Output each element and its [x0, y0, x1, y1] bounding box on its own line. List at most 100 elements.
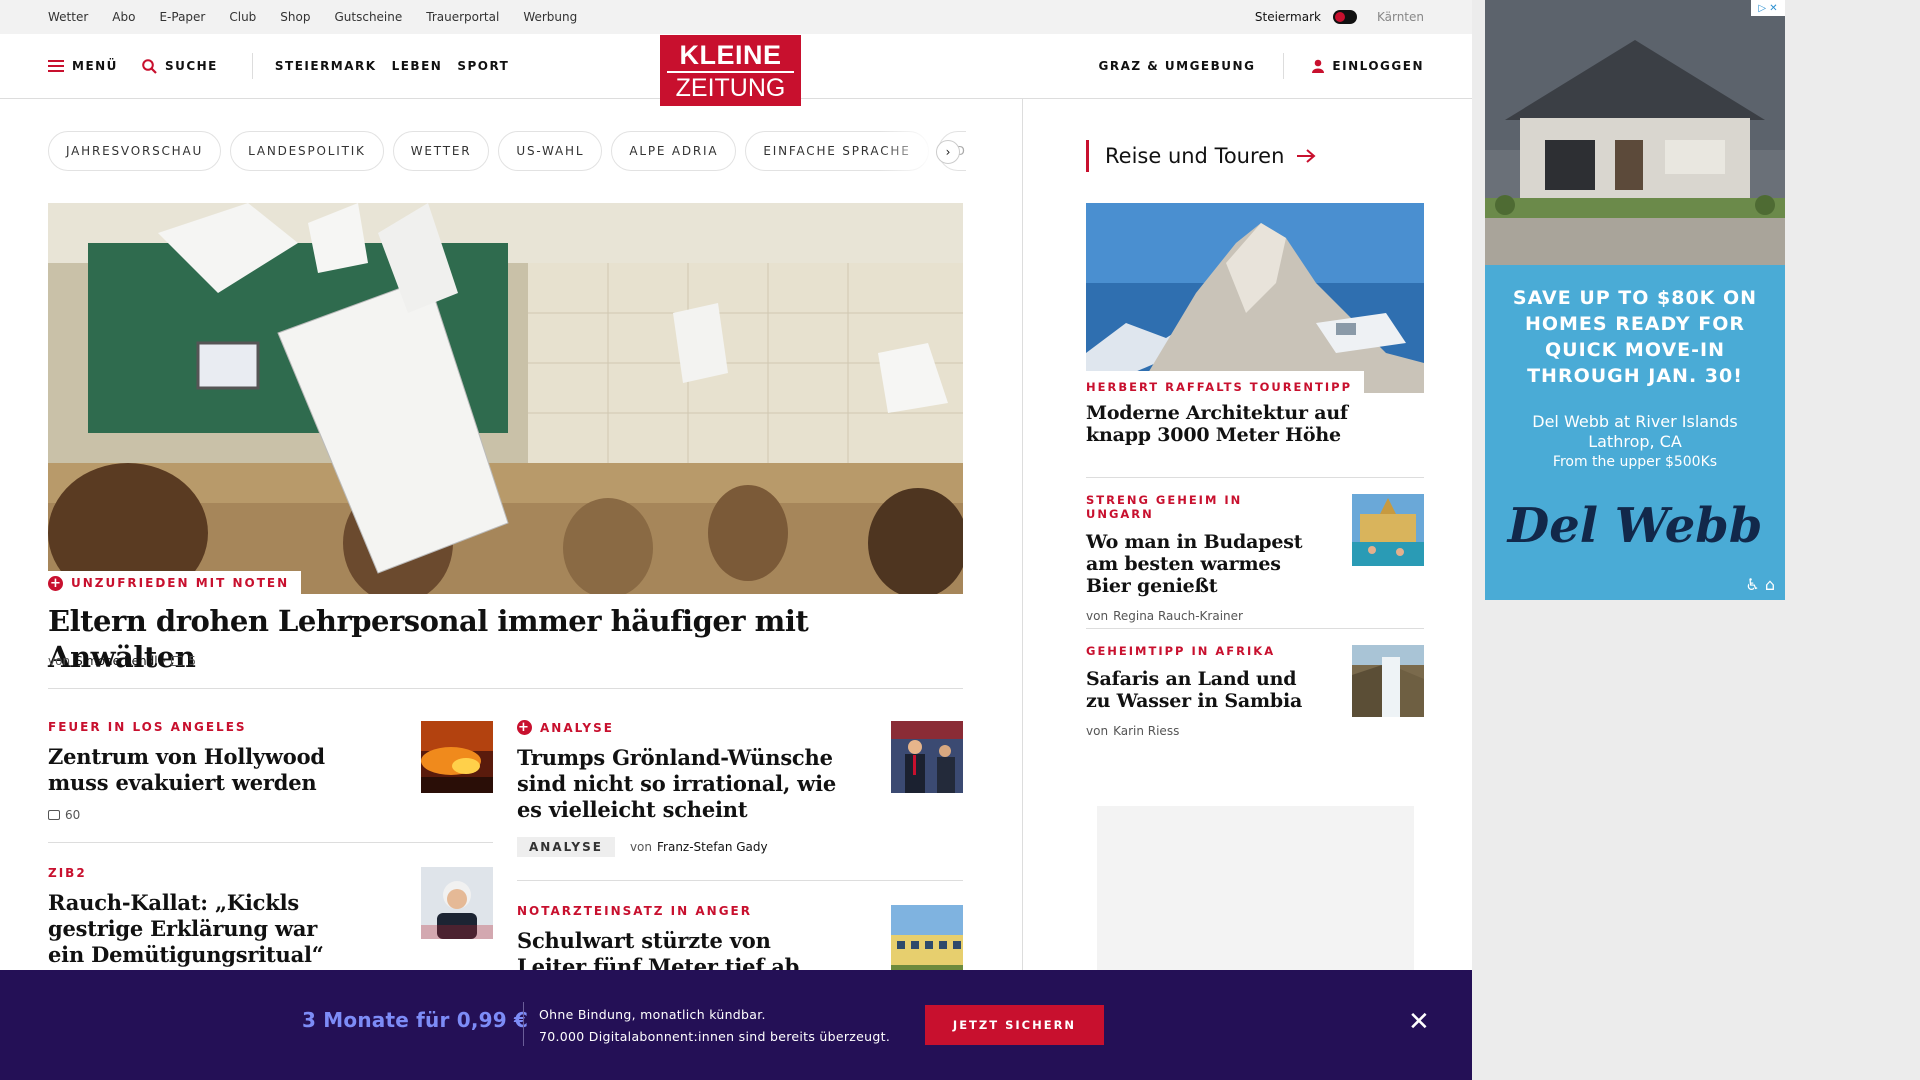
article-author[interactable]: Regina Rauch-Krainer: [1113, 609, 1243, 623]
nav-steiermark[interactable]: STEIERMARK: [275, 59, 377, 73]
article-comment-count[interactable]: 60: [65, 808, 80, 822]
logo-line2: ZEITUNG: [667, 71, 794, 101]
byline-prefix: von: [48, 654, 71, 668]
tag-landespolitik[interactable]: LANDESPOLITIK: [230, 131, 384, 171]
ad-subtext: Del Webb at River Islands Lathrop, CA Fr…: [1485, 412, 1785, 472]
tag-alpe-adria[interactable]: ALPE ADRIA: [611, 131, 737, 171]
section-title[interactable]: Reise und Touren: [1086, 140, 1316, 172]
sidebar-article-sambia[interactable]: GEHEIMTIPP IN AFRIKA Safaris an Land und…: [1086, 644, 1306, 738]
tag-us-wahl[interactable]: US-WAHL: [498, 131, 603, 171]
sidebar-thumbnail-sambia[interactable]: [1352, 645, 1424, 717]
banner-offer: 3 Monate für 0,99 €: [302, 1008, 529, 1032]
utility-link-shop[interactable]: Shop: [280, 10, 310, 24]
sidebar-lead-image[interactable]: [1086, 203, 1424, 393]
utility-link-trauerportal[interactable]: Trauerportal: [426, 10, 499, 24]
logo[interactable]: KLEINE ZEITUNG: [660, 35, 801, 106]
byline-prefix: von: [1086, 724, 1109, 738]
sidebar-article-budapest[interactable]: STRENG GEHEIM IN UNGARN Wo man in Budape…: [1086, 493, 1306, 623]
subscribe-button[interactable]: JETZT SICHERN: [925, 1005, 1104, 1045]
news-page: Wetter Abo E-Paper Club Shop Gutscheine …: [0, 0, 1472, 1080]
utility-link-abo[interactable]: Abo: [112, 10, 135, 24]
hero-image[interactable]: [48, 203, 963, 594]
sidebar-thumbnail-budapest[interactable]: [1352, 494, 1424, 566]
plus-icon: +: [48, 575, 63, 591]
ad-price: From the upper $500Ks: [1552, 454, 1718, 470]
article-meta: von Regina Rauch-Krainer: [1086, 609, 1306, 623]
menu-button[interactable]: MENÜ: [48, 59, 118, 73]
utility-links: Wetter Abo E-Paper Club Shop Gutscheine …: [48, 0, 577, 34]
article-title[interactable]: Trumps Grönland-Wünsche sind nicht so ir…: [517, 745, 837, 823]
article-author[interactable]: Franz-Stefan Gady: [657, 840, 768, 854]
section-title-text: Reise und Touren: [1105, 144, 1285, 168]
utility-link-epaper[interactable]: E-Paper: [159, 10, 205, 24]
subscription-banner: 3 Monate für 0,99 € Ohne Bindung, monatl…: [0, 970, 1472, 1080]
article-card-groenland[interactable]: + ANALYSE Trumps Grönland-Wünsche sind n…: [517, 720, 837, 857]
region-switch: Steiermark Kärnten: [1255, 0, 1424, 34]
header-left-nav: MENÜ SUCHE STEIERMARK LEBEN SPORT: [48, 34, 509, 98]
article-kicker: + ANALYSE: [517, 720, 837, 735]
nav-leben[interactable]: LEBEN: [392, 59, 443, 73]
hero-kicker-text: UNZUFRIEDEN MIT NOTEN: [71, 576, 290, 590]
sidebar-lead-article[interactable]: Moderne Architektur auf knapp 3000 Meter…: [1086, 392, 1376, 446]
ad-house-image: [1485, 0, 1785, 265]
chevron-right-icon: ›: [945, 145, 951, 159]
article-card-zib2[interactable]: ZIB2 Rauch-Kallat: „Kickls gestrige Erkl…: [48, 866, 338, 968]
tag-wetter[interactable]: WETTER: [392, 131, 490, 171]
tags-scroll-button[interactable]: ›: [936, 140, 960, 164]
region-toggle[interactable]: [1332, 10, 1357, 24]
search-icon: [142, 58, 157, 74]
article-thumbnail-trump[interactable]: [891, 721, 963, 793]
utility-link-club[interactable]: Club: [229, 10, 256, 24]
header-right-nav: GRAZ & UMGEBUNG EINLOGGEN: [1099, 34, 1425, 98]
byline-prefix: von: [1086, 609, 1109, 623]
article-kicker: ZIB2: [48, 866, 87, 880]
search-label: SUCHE: [164, 59, 218, 73]
comment-icon: [171, 656, 184, 666]
comment-icon: [48, 810, 60, 820]
analysis-badge: ANALYSE: [517, 837, 615, 857]
sidebar-lead-title[interactable]: Moderne Architektur auf knapp 3000 Meter…: [1086, 402, 1376, 446]
hero-author[interactable]: Simone Rendl: [75, 654, 158, 668]
utility-link-gutscheine[interactable]: Gutscheine: [334, 10, 402, 24]
nav-graz[interactable]: GRAZ & UMGEBUNG: [1099, 59, 1256, 73]
search-button[interactable]: SUCHE: [142, 58, 218, 74]
article-thumbnail-school[interactable]: [891, 905, 963, 977]
utility-link-wetter[interactable]: Wetter: [48, 10, 88, 24]
banner-divider: [523, 1002, 524, 1046]
header-divider-right: [1283, 53, 1285, 79]
nav-sport[interactable]: SPORT: [457, 59, 509, 73]
hero-comment-count[interactable]: 5: [188, 654, 196, 668]
login-button[interactable]: EINLOGGEN: [1312, 59, 1424, 73]
article-kicker: STRENG GEHEIM IN UNGARN: [1086, 493, 1243, 521]
ad-placeholder: [1097, 806, 1414, 986]
article-title[interactable]: Zentrum von Hollywood muss evakuiert wer…: [48, 744, 338, 796]
main-header: MENÜ SUCHE STEIERMARK LEBEN SPORT KLEINE…: [0, 34, 1472, 106]
article-title[interactable]: Safaris an Land und zu Wasser in Sambia: [1086, 668, 1306, 712]
hero-kicker: + UNZUFRIEDEN MIT NOTEN: [48, 571, 302, 595]
article-card-schulwart[interactable]: NOTARZTEINSATZ IN ANGER Schulwart stürzt…: [517, 904, 817, 980]
column-divider: [1022, 99, 1023, 1080]
tag-jahresvorschau[interactable]: JAHRESVORSCHAU: [48, 131, 222, 171]
utility-bar: Wetter Abo E-Paper Club Shop Gutscheine …: [0, 0, 1472, 34]
article-meta: ANALYSE von Franz-Stefan Gady: [517, 837, 837, 857]
article-author[interactable]: Karin Riess: [1113, 724, 1179, 738]
article-thumbnail-rauch-kallat[interactable]: [421, 867, 493, 939]
banner-line1: Ohne Bindung, monatlich kündbar.: [539, 1007, 766, 1022]
article-title[interactable]: Wo man in Budapest am besten warmes Bier…: [1086, 531, 1306, 597]
close-icon[interactable]: ✕: [1408, 1009, 1430, 1035]
article-card-fire[interactable]: FEUER IN LOS ANGELES Zentrum von Hollywo…: [48, 720, 338, 822]
sidebar-divider: [1086, 477, 1424, 478]
banner-description: Ohne Bindung, monatlich kündbar. 70.000 …: [539, 1004, 890, 1048]
region-steiermark[interactable]: Steiermark: [1255, 10, 1321, 24]
display-ad[interactable]: ▷ ✕ SAVE UP TO $80K ON HOMES READY FOR Q…: [1485, 0, 1785, 600]
article-title[interactable]: Rauch-Kallat: „Kickls gestrige Erklärung…: [48, 890, 338, 968]
utility-link-werbung[interactable]: Werbung: [523, 10, 577, 24]
sidebar-divider: [1086, 628, 1424, 629]
topic-tags: JAHRESVORSCHAU LANDESPOLITIK WETTER US-W…: [48, 131, 966, 171]
region-kaernten[interactable]: Kärnten: [1377, 10, 1424, 24]
logo-line1: KLEINE: [679, 40, 782, 70]
article-thumbnail-fire[interactable]: [421, 721, 493, 793]
banner-line2: 70.000 Digitalabonnent:innen sind bereit…: [539, 1029, 891, 1044]
adchoices-icon[interactable]: ▷ ✕: [1751, 0, 1785, 16]
menu-label: MENÜ: [72, 59, 118, 73]
